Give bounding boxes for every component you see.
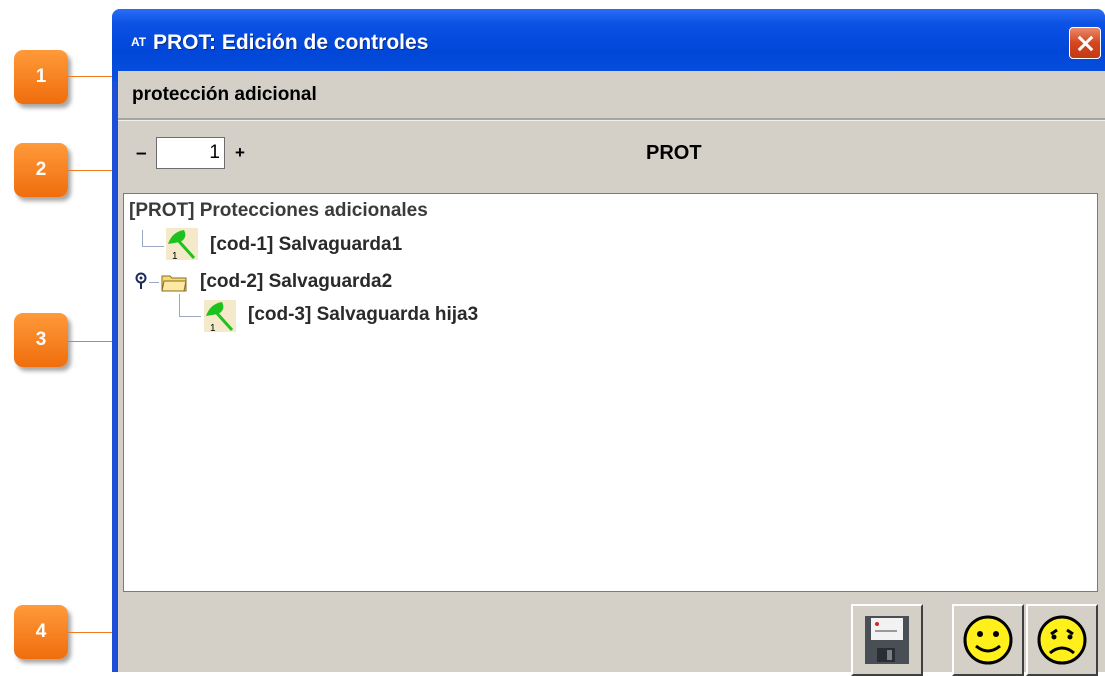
increment-button[interactable]: + <box>235 143 245 163</box>
callout-4: 4 <box>14 605 68 659</box>
tree-connector <box>149 282 159 283</box>
app-badge: AT <box>131 35 147 49</box>
close-button[interactable] <box>1069 27 1101 59</box>
tree-connector <box>142 246 164 247</box>
window-title: PROT: Edición de controles <box>153 31 429 54</box>
decrement-button[interactable]: – <box>136 143 147 165</box>
expand-toggle-icon[interactable] <box>135 272 147 290</box>
umbrella-icon: 1 <box>204 300 236 332</box>
divider <box>118 118 1105 121</box>
accept-button[interactable] <box>952 604 1024 676</box>
save-button[interactable] <box>851 604 923 676</box>
svg-text:1: 1 <box>210 323 216 332</box>
callout-3: 3 <box>14 313 68 367</box>
callout-1: 1 <box>14 50 68 104</box>
callout-2: 2 <box>14 143 68 197</box>
svg-text:1: 1 <box>172 251 178 260</box>
umbrella-icon: 1 <box>166 228 198 260</box>
sad-face-icon <box>1037 615 1087 665</box>
controls-tree[interactable]: [PROT] Protecciones adicionales 1 [cod-1… <box>123 193 1098 592</box>
tree-item-cod-2[interactable]: [cod-2] Salvaguarda2 <box>200 271 392 293</box>
cancel-button[interactable] <box>1026 604 1098 676</box>
floppy-disk-icon <box>865 616 909 664</box>
tree-item-cod-3[interactable]: [cod-3] Salvaguarda hija3 <box>248 304 478 326</box>
window-client-area: protección adicional – + PROT [PROT] Pro… <box>118 71 1105 676</box>
tree-item-cod-1[interactable]: [cod-1] Salvaguarda1 <box>210 234 402 256</box>
tree-root-label[interactable]: [PROT] Protecciones adicionales <box>129 200 428 222</box>
level-input[interactable] <box>156 137 225 169</box>
edit-controls-window: AT PROT: Edición de controles protección… <box>112 9 1105 676</box>
code-label: PROT <box>646 142 702 164</box>
section-label: protección adicional <box>132 84 317 105</box>
tree-connector <box>142 230 143 246</box>
tree-connector <box>179 316 201 317</box>
tree-connector <box>179 294 180 316</box>
happy-face-icon <box>963 615 1013 665</box>
folder-icon <box>161 275 187 292</box>
